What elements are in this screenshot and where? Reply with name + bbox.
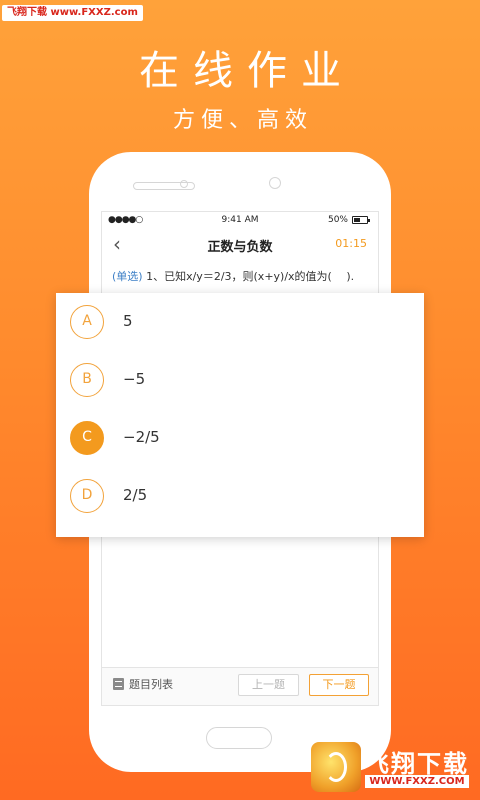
option-d-badge: D	[70, 479, 104, 513]
option-c[interactable]: C −2/5	[56, 409, 424, 467]
nav-bar: ‹ 正数与负数 01:15	[102, 230, 378, 258]
subheadline: 方便、高效	[172, 108, 313, 133]
battery-percent: 50%	[327, 215, 348, 225]
question-list-button[interactable]: 题目列表	[113, 678, 173, 692]
phone-home-button	[206, 727, 272, 749]
option-d-text: 2/5	[123, 486, 148, 504]
question-body: 1、已知x/y＝2/3，则(x+y)/x的值为( ).	[142, 270, 355, 283]
countdown-timer: 01:15	[335, 237, 367, 250]
option-b-badge: B	[70, 363, 104, 397]
brand-logo-icon	[311, 742, 361, 792]
watermark-brand: 飞翔下载	[365, 750, 469, 778]
watermark-top: 飞翔下载 www.FXXZ.com	[2, 5, 143, 21]
battery-icon	[352, 216, 370, 224]
option-b-text: −5	[123, 370, 146, 388]
option-d[interactable]: D 2/5	[56, 467, 424, 525]
option-c-text: −2/5	[123, 428, 160, 446]
option-b[interactable]: B −5	[56, 351, 424, 409]
watermark-bottom: 飞翔下载 WWW.FXXZ.COM	[311, 742, 473, 792]
option-a-text: 5	[123, 312, 133, 330]
option-a-badge: A	[70, 305, 104, 339]
options-card: A 5 B −5 C −2/5 D 2/5	[56, 293, 424, 537]
phone-sensor	[180, 180, 188, 188]
option-c-badge: C	[70, 421, 104, 455]
list-icon	[113, 678, 124, 690]
watermark-url: WWW.FXXZ.COM	[365, 775, 469, 788]
next-question-button[interactable]: 下一题	[309, 674, 369, 696]
status-bar: ●●●●○ 9:41 AM 50%	[102, 212, 378, 228]
option-a[interactable]: A 5	[56, 293, 424, 351]
question-type: (单选)	[112, 270, 143, 283]
prev-question-button[interactable]: 上一题	[238, 674, 299, 696]
bottom-toolbar: 题目列表 上一题 下一题	[102, 667, 378, 705]
headline: 在线作业	[139, 48, 355, 94]
phone-camera	[269, 177, 281, 189]
question-text: (单选) 1、已知x/y＝2/3，则(x+y)/x的值为( ).	[112, 268, 374, 284]
question-list-label: 题目列表	[129, 678, 173, 691]
